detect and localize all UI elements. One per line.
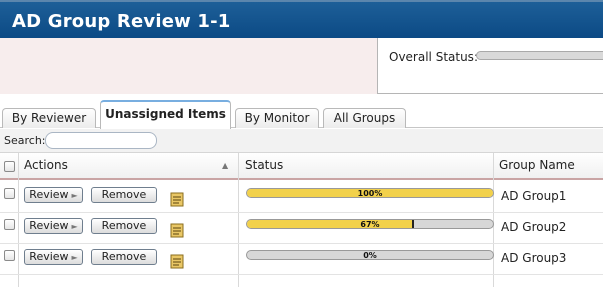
- dropdown-arrow-icon: ►: [71, 253, 78, 262]
- dropdown-arrow-icon: ►: [71, 191, 78, 200]
- table-row: Review ► Remove 100% AD Group1: [0, 182, 603, 213]
- table-header: Actions ▲ Status Group Name: [0, 153, 603, 180]
- notes-icon[interactable]: [170, 223, 184, 238]
- search-label: Search:: [4, 134, 46, 147]
- column-header-status[interactable]: Status: [245, 153, 283, 178]
- progress-text: 0%: [363, 251, 377, 260]
- review-button[interactable]: Review ►: [24, 187, 83, 203]
- review-button-label: Review: [29, 250, 69, 263]
- notes-icon[interactable]: [170, 254, 184, 269]
- progress-text: 100%: [357, 189, 383, 198]
- column-header-actions[interactable]: Actions: [24, 153, 68, 178]
- review-button-label: Review: [29, 219, 69, 232]
- search-bar: Search:: [0, 129, 603, 153]
- tab-by-monitor[interactable]: By Monitor: [235, 108, 319, 128]
- review-button[interactable]: Review ►: [24, 249, 83, 265]
- dropdown-arrow-icon: ►: [71, 222, 78, 231]
- remove-button[interactable]: Remove: [91, 249, 157, 265]
- group-name: AD Group2: [501, 220, 567, 234]
- page-title: AD Group Review 1-1: [12, 11, 231, 32]
- tab-strip: By Reviewer Unassigned Items By Monitor …: [0, 94, 603, 129]
- notes-icon[interactable]: [170, 192, 184, 207]
- overall-status-label: Overall Status:: [389, 50, 478, 64]
- tab-unassigned-items[interactable]: Unassigned Items: [100, 100, 231, 129]
- tab-all-groups[interactable]: All Groups: [323, 108, 406, 128]
- select-all-checkbox[interactable]: [4, 161, 15, 172]
- row-checkbox[interactable]: [4, 188, 15, 199]
- search-input[interactable]: [45, 132, 157, 149]
- sort-up-icon[interactable]: ▲: [222, 153, 228, 178]
- progress-text: 67%: [360, 220, 380, 229]
- progress-bar: 67%: [246, 219, 494, 229]
- remove-button[interactable]: Remove: [91, 187, 157, 203]
- group-name: AD Group3: [501, 251, 567, 265]
- title-bar: AD Group Review 1-1: [0, 0, 603, 38]
- tab-by-reviewer[interactable]: By Reviewer: [2, 108, 96, 128]
- table-row: Review ► Remove 67% AD Group2: [0, 213, 603, 244]
- review-button[interactable]: Review ►: [24, 218, 83, 234]
- overall-status-bar: [476, 51, 603, 60]
- review-button-label: Review: [29, 188, 69, 201]
- progress-bar: 100%: [246, 188, 494, 198]
- remove-button[interactable]: Remove: [91, 218, 157, 234]
- group-name: AD Group1: [501, 189, 567, 203]
- row-checkbox[interactable]: [4, 250, 15, 261]
- column-header-group-name[interactable]: Group Name: [499, 153, 575, 178]
- row-checkbox[interactable]: [4, 219, 15, 230]
- overall-status-panel: Overall Status:: [377, 38, 603, 94]
- table-row: Review ► Remove 0% AD Group3: [0, 244, 603, 275]
- progress-bar: 0%: [246, 250, 494, 260]
